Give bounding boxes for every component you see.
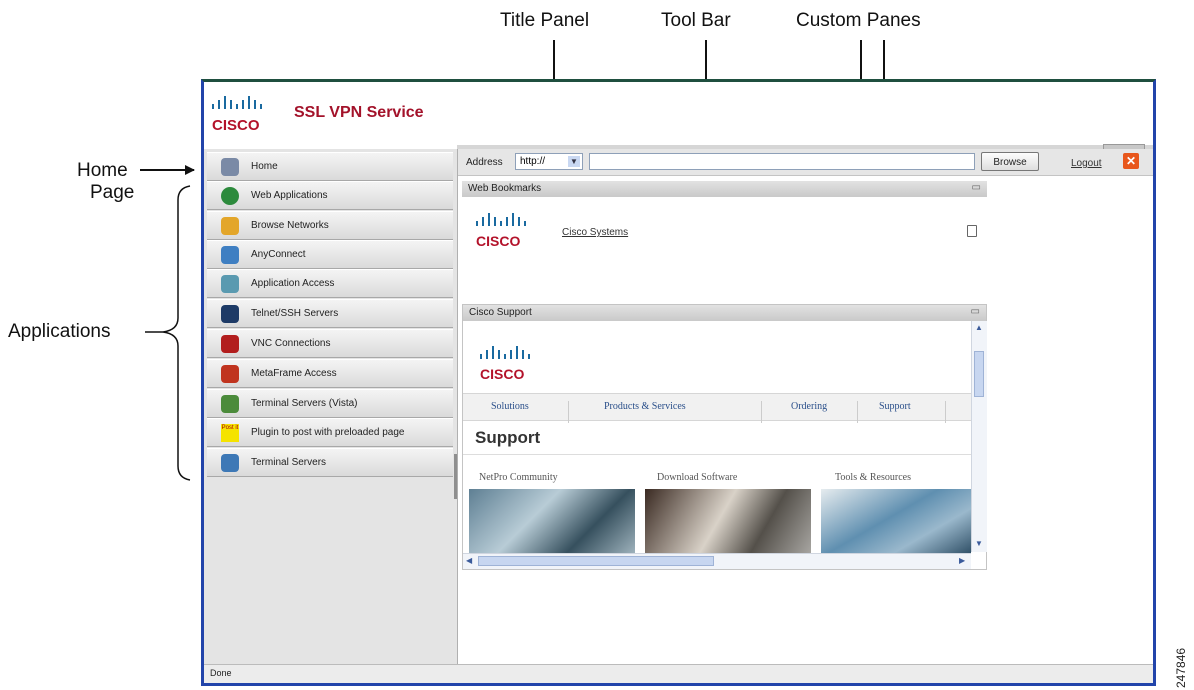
horizontal-scroll-thumb[interactable]	[478, 556, 714, 566]
terminal-servers-icon	[221, 454, 239, 472]
nav-item-label: Application Access	[251, 278, 335, 289]
nav-item-label: AnyConnect	[251, 249, 306, 260]
pane-header: Cisco Support ▭	[463, 305, 986, 321]
nav-item-label: Web Applications	[251, 190, 328, 201]
cisco-support-pane: Cisco Support ▭ CISCO Solutions Products…	[462, 304, 987, 570]
nav-item-home[interactable]: Home	[207, 152, 453, 181]
nav-item-vnc[interactable]: VNC Connections	[207, 329, 453, 358]
vpn-portal-window: CISCO SSL VPN Service Home Web Applicati…	[201, 79, 1156, 686]
status-text: Done	[210, 668, 232, 678]
nav-item-label: Home	[251, 161, 278, 172]
logout-link[interactable]: Logout	[1071, 158, 1102, 169]
network-folder-icon	[221, 217, 239, 235]
pane-menu-icon[interactable]: ▭	[972, 182, 981, 193]
tool-bar: Address http:// ▼ Browse Logout ✕	[458, 149, 1153, 176]
support-nav: Solutions Products & Services Ordering S…	[463, 393, 971, 423]
scroll-right-icon[interactable]: ▶	[959, 556, 965, 565]
vertical-scroll-thumb[interactable]	[974, 351, 984, 397]
nav-item-label: Browse Networks	[251, 220, 329, 231]
home-icon	[221, 158, 239, 176]
nav-item-label: MetaFrame Access	[251, 368, 337, 379]
support-nav-ordering[interactable]: Ordering	[791, 401, 827, 412]
support-heading: Support	[475, 428, 541, 447]
nav-item-anyconnect[interactable]: AnyConnect	[207, 240, 453, 269]
nav-resize-handle[interactable]	[454, 454, 457, 499]
vnc-icon	[221, 335, 239, 353]
tools-resources-link[interactable]: Tools & Resources	[835, 472, 911, 483]
scroll-down-icon[interactable]: ▼	[975, 539, 983, 548]
nav-item-label: VNC Connections	[251, 338, 331, 349]
browse-button[interactable]: Browse	[981, 152, 1039, 171]
cisco-logo: CISCO	[476, 213, 526, 249]
cisco-logo: CISCO	[212, 96, 262, 134]
applications-brace	[162, 185, 191, 481]
scroll-up-icon[interactable]: ▲	[975, 323, 983, 332]
nav-divider	[857, 401, 858, 423]
close-icon[interactable]: ✕	[1123, 153, 1139, 169]
nav-item-application-access[interactable]: Application Access	[207, 269, 453, 298]
download-software-link[interactable]: Download Software	[657, 472, 737, 483]
address-input[interactable]	[589, 153, 975, 170]
cisco-logo: CISCO	[480, 346, 530, 382]
nav-item-terminal-servers[interactable]: Terminal Servers	[207, 448, 453, 477]
cisco-logo-text: CISCO	[476, 233, 520, 249]
nav-item-label: Terminal Servers	[251, 457, 327, 468]
support-nav-support[interactable]: Support	[879, 401, 911, 412]
nav-divider	[568, 401, 569, 423]
pane-title: Cisco Support	[469, 307, 532, 318]
netpro-community-link[interactable]: NetPro Community	[479, 472, 558, 483]
app-access-icon	[221, 275, 239, 293]
metaframe-icon	[221, 365, 239, 383]
bookmark-link[interactable]: Cisco Systems	[562, 227, 628, 238]
nav-divider	[761, 401, 762, 423]
nav-item-plugin-post[interactable]: Post it Plugin to post with preloaded pa…	[207, 418, 453, 447]
nav-item-terminal-vista[interactable]: Terminal Servers (Vista)	[207, 389, 453, 418]
nav-item-web-applications[interactable]: Web Applications	[207, 181, 453, 210]
nav-item-label: Plugin to post with preloaded page	[251, 427, 405, 438]
scroll-left-icon[interactable]: ◀	[466, 556, 472, 565]
netpro-community-image[interactable]	[469, 489, 635, 554]
application-nav: Home Web Applications Browse Networks An…	[204, 149, 458, 665]
main-content: Address http:// ▼ Browse Logout ✕ Web Bo…	[458, 149, 1153, 665]
nav-item-label: Terminal Servers (Vista)	[251, 398, 358, 409]
support-nav-solutions[interactable]: Solutions	[491, 401, 529, 412]
chevron-down-icon: ▼	[568, 156, 580, 167]
cisco-logo-text: CISCO	[480, 366, 524, 382]
protocol-select[interactable]: http:// ▼	[515, 153, 583, 170]
terminal-icon	[221, 305, 239, 323]
pane-menu-icon[interactable]: ▭	[971, 306, 980, 317]
app-title: SSL VPN Service	[294, 104, 424, 121]
copy-icon[interactable]	[967, 225, 977, 237]
address-label: Address	[466, 157, 503, 168]
vertical-scrollbar[interactable]: ▲ ▼	[971, 321, 987, 552]
pane-title: Web Bookmarks	[468, 183, 542, 194]
web-bookmarks-pane: Web Bookmarks ▭ CISCO Cisco Systems	[462, 181, 987, 279]
post-it-icon: Post it	[221, 424, 239, 442]
nav-item-metaframe[interactable]: MetaFrame Access	[207, 359, 453, 388]
title-panel: CISCO SSL VPN Service	[204, 82, 1153, 145]
support-iframe: CISCO Solutions Products & Services Orde…	[463, 321, 971, 568]
status-bar: Done	[204, 664, 1153, 683]
horizontal-scrollbar[interactable]: ◀ ▶	[463, 553, 971, 569]
heading-rule	[463, 454, 971, 455]
protocol-value: http://	[520, 156, 546, 167]
nav-item-browse-networks[interactable]: Browse Networks	[207, 211, 453, 240]
vista-terminal-icon	[221, 395, 239, 413]
anyconnect-icon	[221, 246, 239, 264]
download-software-image[interactable]	[645, 489, 811, 554]
cisco-logo-text: CISCO	[212, 117, 260, 134]
figure-id-text: 247846	[1174, 648, 1188, 688]
nav-item-telnet-ssh[interactable]: Telnet/SSH Servers	[207, 299, 453, 328]
figure-id: 247846	[1174, 648, 1188, 688]
nav-item-label: Telnet/SSH Servers	[251, 308, 339, 319]
support-nav-products[interactable]: Products & Services	[604, 401, 686, 412]
nav-divider	[945, 401, 946, 423]
tools-resources-image[interactable]	[821, 489, 971, 554]
pane-header: Web Bookmarks ▭	[462, 181, 987, 197]
globe-icon	[221, 187, 239, 205]
